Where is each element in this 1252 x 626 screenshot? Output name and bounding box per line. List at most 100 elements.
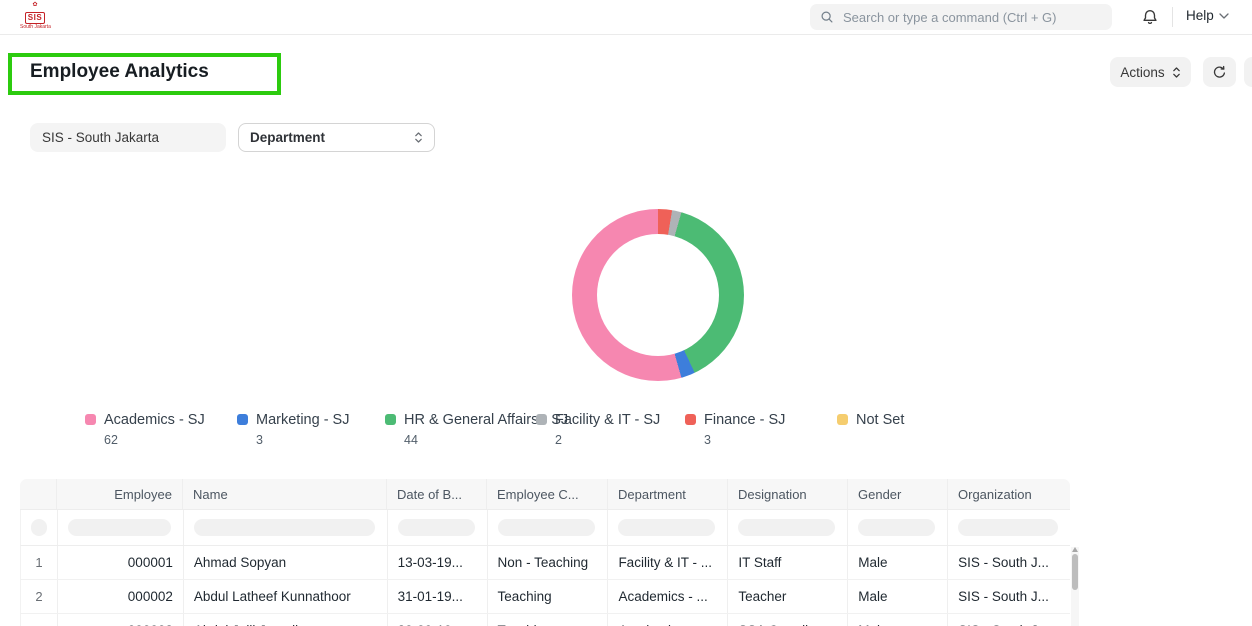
column-filter-input[interactable] xyxy=(398,519,475,536)
legend-item: Not Set xyxy=(837,411,904,433)
group-by-select[interactable]: Department xyxy=(238,123,435,152)
cell-gender[interactable]: Male xyxy=(848,580,948,613)
column-filter-input[interactable] xyxy=(498,519,596,536)
refresh-button[interactable] xyxy=(1203,57,1236,87)
legend-count: 3 xyxy=(256,433,349,447)
cell-dob[interactable]: 13-03-19... xyxy=(388,546,488,579)
notifications-bell-icon[interactable] xyxy=(1141,8,1159,26)
chevron-down-icon xyxy=(1219,13,1229,19)
table-scrollbar[interactable] xyxy=(1071,547,1079,626)
search-input[interactable] xyxy=(841,9,1102,26)
column-filter-input[interactable] xyxy=(618,519,715,536)
row-number: 1 xyxy=(21,546,58,579)
cell-organization[interactable]: SIS - South J... xyxy=(948,546,1070,579)
column-header-department[interactable]: Department xyxy=(608,479,728,509)
legend-swatch xyxy=(85,414,96,425)
legend-label: Marketing - SJ xyxy=(256,412,349,428)
column-filter-input[interactable] xyxy=(738,519,835,536)
cell-name[interactable]: Abdul Latheef Kunnathoor xyxy=(184,580,388,613)
donut-chart[interactable] xyxy=(572,209,744,381)
clipped-edge-button[interactable] xyxy=(1244,57,1252,87)
cell-name[interactable]: Ahmad Sopyan xyxy=(184,546,388,579)
employee-analytics-page: ✿ SIS South Jakarta Help Employee Analyt… xyxy=(0,0,1252,626)
table-filter-row xyxy=(20,510,1070,546)
refresh-icon xyxy=(1212,65,1227,80)
cell-gender[interactable]: Male xyxy=(848,546,948,579)
legend-swatch xyxy=(837,414,848,425)
global-search[interactable] xyxy=(810,4,1112,30)
column-filter-input[interactable] xyxy=(31,519,47,536)
scrollbar-thumb[interactable] xyxy=(1072,554,1078,590)
cell-designation[interactable]: Teacher xyxy=(728,580,848,613)
cell-employee-category[interactable]: Non - Teaching xyxy=(488,546,609,579)
actions-button[interactable]: Actions xyxy=(1110,57,1191,87)
company-filter-value: SIS - South Jakarta xyxy=(42,130,159,145)
navbar-divider xyxy=(1172,7,1173,27)
cell-designation[interactable]: SSA Coordin... xyxy=(728,614,848,626)
cell-designation[interactable]: IT Staff xyxy=(728,546,848,579)
cell-employee-category[interactable]: Teaching xyxy=(488,580,609,613)
logo-text: SIS xyxy=(25,12,45,24)
column-header-dob[interactable]: Date of B... xyxy=(387,479,487,509)
scrollbar-up-arrow-icon[interactable] xyxy=(1072,547,1078,552)
column-filter-input[interactable] xyxy=(194,519,375,536)
group-by-value: Department xyxy=(250,130,325,145)
legend-swatch xyxy=(385,414,396,425)
cell-employee-category[interactable]: Teaching xyxy=(488,614,609,626)
column-header-organization[interactable]: Organization xyxy=(948,479,1070,509)
column-header-employee[interactable]: Employee xyxy=(57,479,183,509)
column-header-designation[interactable]: Designation xyxy=(728,479,848,509)
cell-dob[interactable]: 30-09-19... xyxy=(388,614,488,626)
cell-department[interactable]: Academics - ... xyxy=(608,614,728,626)
help-label: Help xyxy=(1186,8,1214,23)
filter-cell xyxy=(21,510,58,545)
navbar: ✿ SIS South Jakarta Help xyxy=(0,0,1252,35)
cell-organization[interactable]: SIS - South J... xyxy=(948,614,1070,626)
cell-organization[interactable]: SIS - South J... xyxy=(948,580,1070,613)
cell-department[interactable]: Academics - ... xyxy=(608,580,728,613)
filter-cell xyxy=(948,510,1070,545)
column-header-employee-category[interactable]: Employee C... xyxy=(487,479,608,509)
row-number: 2 xyxy=(21,580,58,613)
column-filter-input[interactable] xyxy=(68,519,171,536)
column-header-gender[interactable]: Gender xyxy=(848,479,948,509)
cell-department[interactable]: Facility & IT - ... xyxy=(608,546,728,579)
cell-employee-id[interactable]: 000001 xyxy=(58,546,184,579)
logo-crest-icon: ✿ xyxy=(20,3,50,8)
search-icon xyxy=(820,10,834,24)
table-row[interactable]: 2 000002 Abdul Latheef Kunnathoor 31-01-… xyxy=(20,580,1070,614)
filter-cell xyxy=(184,510,388,545)
cell-employee-id[interactable]: 000003 xyxy=(58,614,184,626)
legend-item: Academics - SJ 62 xyxy=(85,411,205,447)
legend-count: 3 xyxy=(704,433,785,447)
table-row[interactable]: 1 000001 Ahmad Sopyan 13-03-19... Non - … xyxy=(20,546,1070,580)
filter-cell xyxy=(728,510,848,545)
legend-label: Finance - SJ xyxy=(704,412,785,428)
row-number: 3 xyxy=(21,614,58,626)
column-header-name[interactable]: Name xyxy=(183,479,387,509)
legend-item: Finance - SJ 3 xyxy=(685,411,785,447)
column-filter-input[interactable] xyxy=(858,519,935,536)
legend-label: Academics - SJ xyxy=(104,412,205,428)
filter-cell xyxy=(388,510,488,545)
table-row[interactable]: 3 000003 Abdul Jalil Jamali 30-09-19... … xyxy=(20,614,1070,626)
legend-count: 2 xyxy=(555,433,660,447)
legend-label: Facility & IT - SJ xyxy=(555,412,660,428)
cell-gender[interactable]: Male xyxy=(848,614,948,626)
app-logo[interactable]: ✿ SIS South Jakarta xyxy=(20,3,50,30)
legend-label: Not Set xyxy=(856,412,904,428)
column-filter-input[interactable] xyxy=(958,519,1058,536)
legend-item: Facility & IT - SJ 2 xyxy=(536,411,660,447)
cell-dob[interactable]: 31-01-19... xyxy=(388,580,488,613)
page-title: Employee Analytics xyxy=(30,61,209,83)
company-filter-input[interactable]: SIS - South Jakarta xyxy=(30,123,226,152)
help-menu[interactable]: Help xyxy=(1186,8,1229,23)
column-header[interactable] xyxy=(20,479,57,509)
legend-count: 62 xyxy=(104,433,205,447)
cell-name[interactable]: Abdul Jalil Jamali xyxy=(184,614,388,626)
select-chevrons-icon xyxy=(1172,66,1181,79)
select-chevrons-icon xyxy=(414,131,423,144)
legend-swatch xyxy=(685,414,696,425)
cell-employee-id[interactable]: 000002 xyxy=(58,580,184,613)
legend-item: Marketing - SJ 3 xyxy=(237,411,349,447)
